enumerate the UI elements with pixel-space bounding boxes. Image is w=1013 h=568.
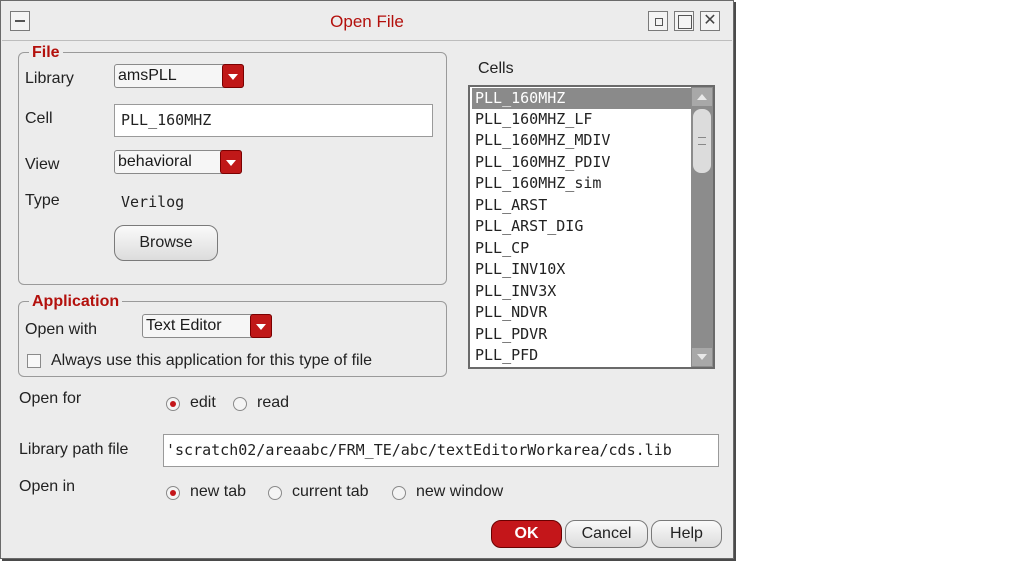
- chevron-down-icon[interactable]: [250, 314, 272, 338]
- open-for-read-label[interactable]: read: [257, 394, 289, 412]
- scroll-down-arrow-icon[interactable]: [692, 348, 712, 366]
- cells-list[interactable]: PLL_160MHZ PLL_160MHZ_LF PLL_160MHZ_MDIV…: [468, 85, 715, 369]
- open-in-label: Open in: [19, 478, 76, 495]
- cell-input[interactable]: PLL_160MHZ: [114, 104, 433, 137]
- scroll-up-arrow-icon[interactable]: [692, 88, 712, 106]
- application-group-legend: Application: [29, 293, 123, 311]
- view-label: View: [25, 156, 60, 173]
- list-item[interactable]: PLL_ARST_DIG: [472, 216, 693, 237]
- list-item[interactable]: PLL_PDVR: [472, 324, 693, 345]
- list-item[interactable]: PLL_NDVR: [472, 302, 693, 323]
- scrollbar-thumb[interactable]: [693, 109, 711, 173]
- open-file-dialog: Open File ✕ File Library amsPLL Cell PLL…: [0, 0, 734, 559]
- cell-label: Cell: [25, 110, 53, 127]
- browse-button[interactable]: Browse: [114, 225, 218, 261]
- open-for-edit-label[interactable]: edit: [190, 394, 216, 412]
- open-in-new-tab-radio[interactable]: [166, 486, 180, 500]
- dialog-title: Open File: [330, 12, 404, 31]
- cells-scrollbar[interactable]: [691, 87, 713, 367]
- list-item[interactable]: PLL_CP: [472, 238, 693, 259]
- open-in-new-tab-label[interactable]: new tab: [190, 483, 246, 501]
- open-for-read-radio[interactable]: [233, 397, 247, 411]
- file-group-legend: File: [29, 44, 63, 62]
- list-item[interactable]: PLL_160MHZ: [472, 88, 693, 109]
- view-value: behavioral: [118, 153, 192, 170]
- open-in-new-window-label[interactable]: new window: [416, 483, 503, 501]
- open-with-value: Text Editor: [146, 317, 222, 334]
- library-path-label: Library path file: [19, 441, 129, 458]
- list-item[interactable]: PLL_INV10X: [472, 259, 693, 280]
- close-icon[interactable]: ✕: [700, 11, 720, 31]
- help-button[interactable]: Help: [651, 520, 722, 548]
- library-label: Library: [25, 70, 74, 87]
- type-label: Type: [25, 192, 60, 209]
- list-item[interactable]: PLL_160MHZ_PDIV: [472, 152, 693, 173]
- open-in-current-tab-radio[interactable]: [268, 486, 282, 500]
- list-item[interactable]: PLL_160MHZ_LF: [472, 109, 693, 130]
- always-use-checkbox[interactable]: [27, 354, 41, 368]
- cells-label: Cells: [478, 60, 514, 77]
- open-with-combo[interactable]: Text Editor: [142, 314, 272, 338]
- open-with-label: Open with: [25, 321, 98, 338]
- library-combo[interactable]: amsPLL: [114, 64, 244, 88]
- open-in-new-window-radio[interactable]: [392, 486, 406, 500]
- title-bar[interactable]: Open File ✕: [2, 2, 732, 41]
- list-item[interactable]: PLL_160MHZ_MDIV: [472, 130, 693, 151]
- chevron-down-icon[interactable]: [222, 64, 244, 88]
- list-item[interactable]: PLL_PFD: [472, 345, 693, 366]
- always-use-label[interactable]: Always use this application for this typ…: [51, 352, 372, 370]
- chevron-down-icon[interactable]: [220, 150, 242, 174]
- type-value: Verilog: [121, 193, 185, 211]
- view-combo[interactable]: behavioral: [114, 150, 242, 174]
- open-in-current-tab-label[interactable]: current tab: [292, 483, 368, 501]
- cancel-button[interactable]: Cancel: [565, 520, 648, 548]
- library-value: amsPLL: [118, 67, 177, 84]
- open-for-edit-radio[interactable]: [166, 397, 180, 411]
- ok-button[interactable]: OK: [491, 520, 562, 548]
- list-item[interactable]: PLL_160MHZ_sim: [472, 173, 693, 194]
- minimize-icon[interactable]: [648, 11, 668, 31]
- maximize-icon[interactable]: [674, 11, 694, 31]
- list-item[interactable]: PLL_ARST: [472, 195, 693, 216]
- list-item[interactable]: PLL_INV3X: [472, 281, 693, 302]
- library-path-input[interactable]: 'scratch02/areaabc/FRM_TE/abc/textEditor…: [163, 434, 719, 467]
- open-for-label: Open for: [19, 390, 82, 407]
